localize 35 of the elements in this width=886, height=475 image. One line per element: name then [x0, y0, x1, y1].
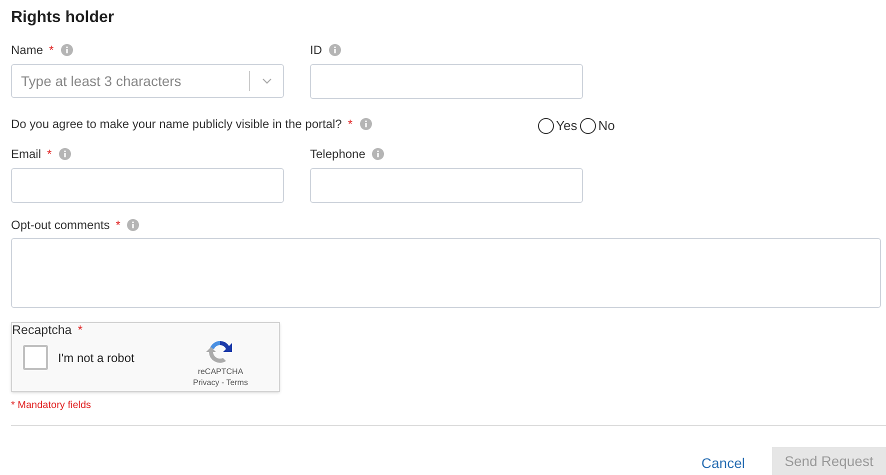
required-mark: *: [49, 42, 54, 59]
required-mark: *: [116, 216, 120, 234]
info-icon[interactable]: [127, 218, 140, 230]
field-label: Opt-out comments: [11, 216, 110, 234]
required-mark: *: [348, 116, 353, 134]
captcha-links[interactable]: Privacy - Terms: [193, 376, 248, 388]
captcha-checkbox[interactable]: [23, 344, 48, 370]
required-mark: *: [47, 146, 52, 162]
radio-label: Yes: [556, 117, 578, 135]
field-label: Recaptcha: [12, 322, 72, 339]
text-field[interactable]: [11, 168, 284, 202]
combobox-field[interactable]: Type at least 3 characters: [11, 64, 284, 98]
info-icon[interactable]: [360, 118, 372, 130]
chevron-down-icon[interactable]: [262, 78, 272, 84]
comments-field[interactable]: [11, 238, 881, 308]
info-icon[interactable]: [372, 148, 384, 160]
captcha-brand: reCAPTCHA: [198, 366, 244, 376]
info-icon[interactable]: [58, 148, 71, 160]
radio-label: No: [598, 117, 615, 135]
required-mark: *: [78, 322, 83, 339]
radio-button[interactable]: [538, 118, 554, 134]
text-field[interactable]: [310, 64, 583, 99]
info-icon[interactable]: [329, 44, 341, 56]
text-field[interactable]: [310, 168, 583, 202]
captcha-label: I'm not a robot: [58, 350, 136, 366]
section-title: Rights holder: [11, 8, 116, 28]
mandatory-note: * Mandatory fields: [11, 398, 92, 412]
field-label: Do you agree to make your name publicly visible in the portal?: [11, 116, 342, 134]
field-label: ID: [310, 42, 322, 59]
field-label: Email: [11, 146, 42, 162]
cancel-link[interactable]: Cancel: [701, 454, 745, 472]
radio-button[interactable]: [580, 118, 596, 134]
info-icon[interactable]: [60, 44, 73, 56]
field-label: Name: [11, 42, 44, 59]
field-label: Telephone: [310, 146, 366, 162]
